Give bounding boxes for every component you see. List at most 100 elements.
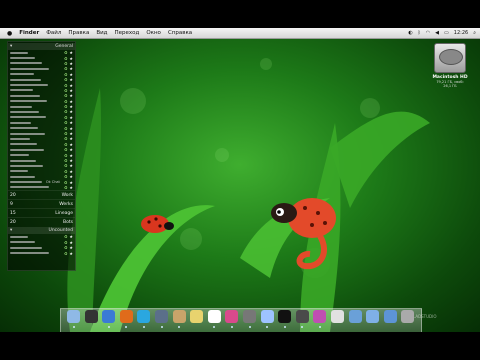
star-icon[interactable]: ★ bbox=[69, 169, 73, 174]
star-icon[interactable]: ★ bbox=[69, 88, 73, 93]
star-icon[interactable]: ★ bbox=[69, 136, 73, 141]
dashboard-icon[interactable] bbox=[84, 310, 98, 323]
disclosure-icon[interactable]: ▾ bbox=[10, 228, 12, 233]
menu-view[interactable]: Вид bbox=[96, 30, 107, 36]
star-icon[interactable]: ★ bbox=[69, 93, 73, 98]
panel-group[interactable]: 20 Work bbox=[8, 190, 75, 199]
star-icon[interactable]: ★ bbox=[69, 240, 73, 245]
star-icon[interactable]: ★ bbox=[69, 131, 73, 136]
refresh-icon[interactable]: ♻ bbox=[64, 153, 68, 158]
firefox-icon[interactable] bbox=[119, 310, 133, 323]
refresh-icon[interactable]: ♻ bbox=[64, 158, 68, 163]
star-icon[interactable]: ★ bbox=[69, 180, 73, 185]
star-icon[interactable]: ★ bbox=[69, 234, 73, 239]
preview-icon[interactable] bbox=[172, 310, 186, 323]
star-icon[interactable]: ★ bbox=[69, 66, 73, 71]
refresh-icon[interactable]: ♻ bbox=[64, 245, 68, 250]
refresh-icon[interactable]: ♻ bbox=[64, 93, 68, 98]
refresh-icon[interactable]: ♻ bbox=[64, 115, 68, 120]
refresh-icon[interactable]: ♻ bbox=[64, 104, 68, 109]
panel-group[interactable]: 9 Werks bbox=[8, 199, 75, 208]
star-icon[interactable]: ★ bbox=[69, 142, 73, 147]
hard-drive-icon[interactable]: Macintosh HD 79,21 ГБ, своб: 26,1 ГБ bbox=[432, 43, 468, 88]
disclosure-icon[interactable]: ▾ bbox=[10, 44, 12, 49]
star-icon[interactable]: ★ bbox=[69, 153, 73, 158]
refresh-icon[interactable]: ♻ bbox=[64, 126, 68, 131]
clock[interactable]: 12:26 bbox=[454, 30, 468, 36]
refresh-icon[interactable]: ♻ bbox=[64, 180, 68, 185]
star-icon[interactable]: ★ bbox=[69, 56, 73, 61]
refresh-icon[interactable]: ♻ bbox=[64, 88, 68, 93]
apple-menu-icon[interactable]: ● bbox=[7, 30, 12, 37]
activity-icon[interactable] bbox=[295, 310, 309, 323]
menu-edit[interactable]: Правка bbox=[68, 30, 89, 36]
refresh-icon[interactable]: ♻ bbox=[64, 142, 68, 147]
refresh-icon[interactable]: ♻ bbox=[64, 83, 68, 88]
mail-icon[interactable] bbox=[155, 310, 168, 323]
star-icon[interactable]: ★ bbox=[69, 61, 73, 66]
refresh-icon[interactable]: ♻ bbox=[64, 109, 68, 114]
spotlight-icon[interactable]: ⌕ bbox=[473, 30, 476, 36]
star-icon[interactable]: ★ bbox=[69, 77, 73, 82]
refresh-icon[interactable]: ♻ bbox=[64, 174, 68, 179]
safari2-icon[interactable] bbox=[260, 310, 274, 323]
star-icon[interactable]: ★ bbox=[69, 245, 73, 250]
folder-icon[interactable] bbox=[348, 310, 362, 323]
star-icon[interactable]: ★ bbox=[69, 251, 73, 256]
bluetooth-icon[interactable]: ᛒ bbox=[418, 30, 421, 36]
refresh-icon[interactable]: ♻ bbox=[64, 120, 68, 125]
iphoto-icon[interactable] bbox=[331, 310, 344, 323]
refresh-icon[interactable]: ♻ bbox=[64, 131, 68, 136]
notes-icon[interactable] bbox=[190, 310, 204, 323]
volume-icon[interactable]: ◀ bbox=[435, 30, 439, 36]
star-icon[interactable]: ★ bbox=[69, 163, 73, 168]
wifi-icon[interactable]: ◠ bbox=[426, 30, 430, 36]
folder2-icon[interactable] bbox=[366, 310, 380, 323]
refresh-icon[interactable]: ♻ bbox=[64, 136, 68, 141]
refresh-icon[interactable]: ♻ bbox=[64, 61, 68, 66]
refresh-icon[interactable]: ♻ bbox=[64, 163, 68, 168]
safari-icon[interactable] bbox=[102, 310, 116, 323]
finder-icon[interactable] bbox=[67, 310, 80, 323]
star-icon[interactable]: ★ bbox=[69, 99, 73, 104]
panel-section-header[interactable]: ▾ Uncounted bbox=[8, 227, 75, 235]
star-icon[interactable]: ★ bbox=[69, 104, 73, 109]
star-icon[interactable]: ★ bbox=[69, 115, 73, 120]
refresh-icon[interactable]: ♻ bbox=[64, 50, 68, 55]
refresh-icon[interactable]: ♻ bbox=[64, 240, 68, 245]
refresh-icon[interactable]: ♻ bbox=[64, 77, 68, 82]
itunes2-icon[interactable] bbox=[313, 310, 327, 323]
skype-icon[interactable] bbox=[137, 310, 151, 323]
star-icon[interactable]: ★ bbox=[69, 50, 73, 55]
panel-row[interactable]: ♻ ★ bbox=[8, 250, 75, 256]
photo-icon[interactable] bbox=[243, 310, 256, 323]
refresh-icon[interactable]: ♻ bbox=[64, 234, 68, 239]
downloads-icon[interactable] bbox=[383, 310, 397, 323]
star-icon[interactable]: ★ bbox=[69, 72, 73, 77]
refresh-icon[interactable]: ♻ bbox=[64, 56, 68, 61]
trash-icon[interactable] bbox=[401, 310, 415, 323]
star-icon[interactable]: ★ bbox=[69, 109, 73, 114]
star-icon[interactable]: ★ bbox=[69, 126, 73, 131]
itunes-icon[interactable] bbox=[225, 310, 239, 323]
refresh-icon[interactable]: ♻ bbox=[64, 147, 68, 152]
menu-finder[interactable]: Finder bbox=[19, 30, 39, 36]
battery-icon[interactable]: ▭ bbox=[444, 30, 449, 36]
status-icon[interactable]: ◐ bbox=[408, 30, 412, 36]
refresh-icon[interactable]: ♻ bbox=[64, 251, 68, 256]
refresh-icon[interactable]: ♻ bbox=[64, 72, 68, 77]
ical-icon[interactable] bbox=[207, 310, 221, 323]
terminal-icon[interactable] bbox=[278, 310, 292, 323]
menu-file[interactable]: Файл bbox=[46, 30, 61, 36]
star-icon[interactable]: ★ bbox=[69, 83, 73, 88]
star-icon[interactable]: ★ bbox=[69, 158, 73, 163]
star-icon[interactable]: ★ bbox=[69, 185, 73, 190]
panel-section-header[interactable]: ▾ General bbox=[8, 43, 75, 50]
star-icon[interactable]: ★ bbox=[69, 174, 73, 179]
panel-group[interactable]: 20 Bots bbox=[8, 217, 75, 226]
refresh-icon[interactable]: ♻ bbox=[64, 66, 68, 71]
star-icon[interactable]: ★ bbox=[69, 147, 73, 152]
menu-window[interactable]: Окно bbox=[146, 30, 161, 36]
refresh-icon[interactable]: ♻ bbox=[64, 99, 68, 104]
star-icon[interactable]: ★ bbox=[69, 120, 73, 125]
